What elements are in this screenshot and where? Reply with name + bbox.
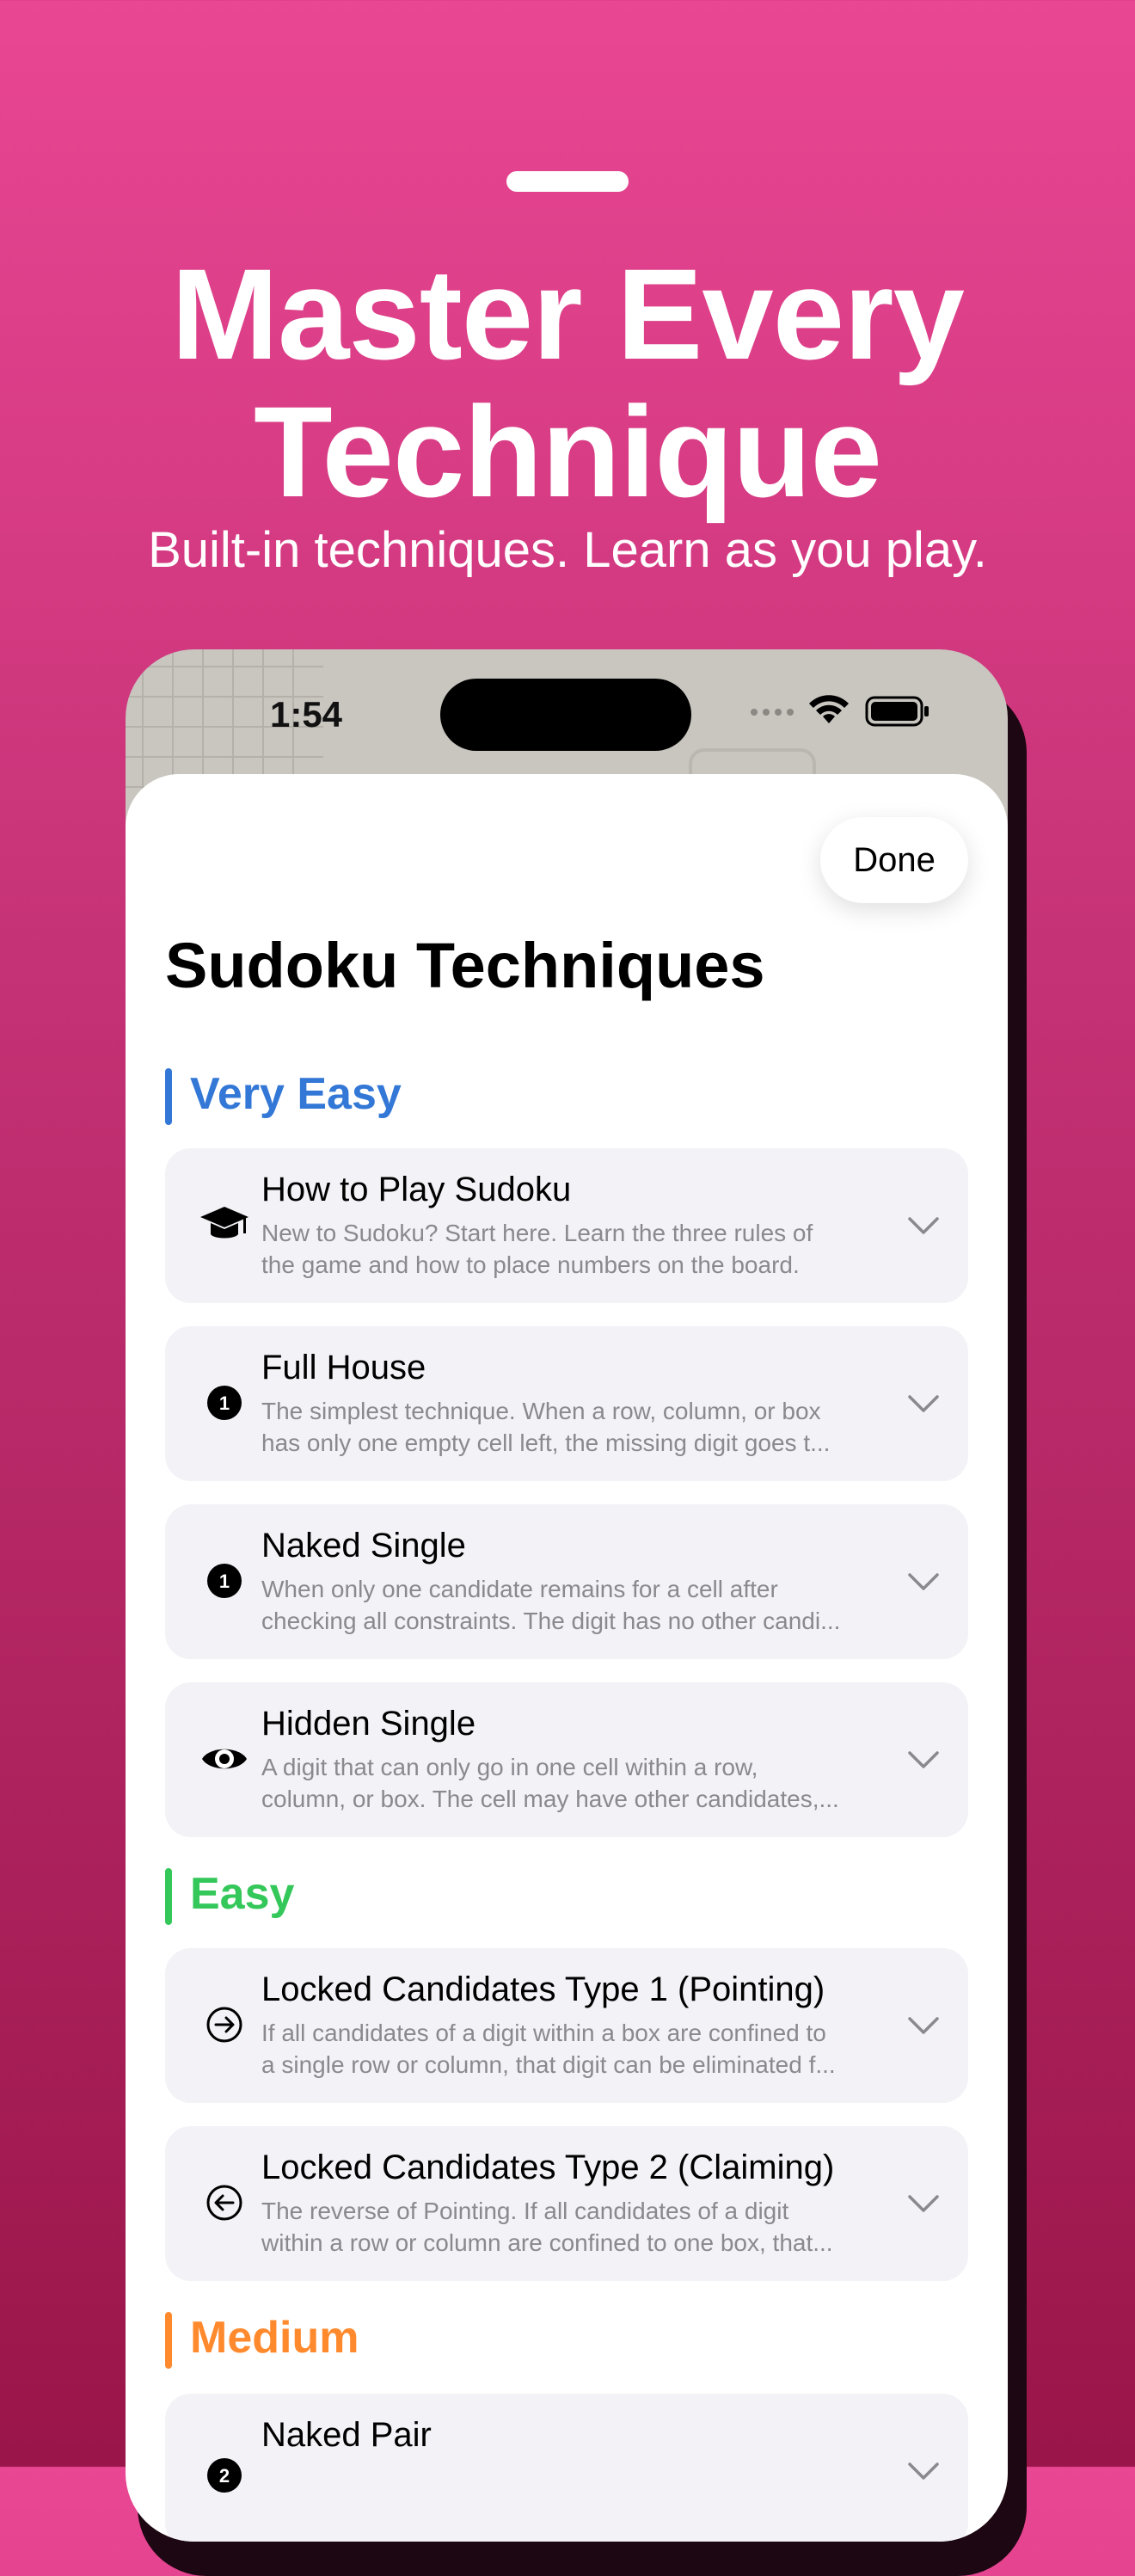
technique-card-hidden-single[interactable]: Hidden Single A digit that can only go i… — [165, 1682, 968, 1837]
phone-frame: 1:54 Done Sudoku Techniques Very Easy Ho… — [126, 649, 1008, 2542]
card-description-line-2: has only one empty cell left, the missin… — [261, 1429, 831, 1456]
card-title: Naked Pair — [261, 2416, 432, 2454]
section-bar-easy — [165, 1868, 172, 1925]
card-description: The reverse of Pointing. If all candidat… — [261, 2195, 872, 2259]
section-bar-very-easy — [165, 1068, 172, 1125]
svg-text:1: 1 — [219, 1393, 230, 1414]
card-description: New to Sudoku? Start here. Learn the thr… — [261, 1217, 872, 1281]
arrow-right-circle-icon — [196, 1996, 253, 2053]
card-title: Locked Candidates Type 2 (Claiming) — [261, 2149, 835, 2186]
chevron-down-icon — [908, 2017, 939, 2034]
cellular-dots-icon — [751, 709, 794, 716]
graduation-cap-icon — [196, 1196, 253, 1253]
section-label-easy: Easy — [190, 1869, 295, 1919]
technique-card-naked-pair[interactable]: 2 Naked Pair — [165, 2394, 968, 2542]
number-two-circle-icon: 2 — [196, 2447, 253, 2504]
technique-card-locked-candidates-pointing[interactable]: Locked Candidates Type 1 (Pointing) If a… — [165, 1948, 968, 2103]
card-description-line-1: When only one candidate remains for a ce… — [261, 1576, 778, 1602]
card-description: If all candidates of a digit within a bo… — [261, 2017, 872, 2081]
number-one-circle-icon: 1 — [196, 1552, 253, 1609]
card-description-line-1: The reverse of Pointing. If all candidat… — [261, 2198, 789, 2224]
card-description-line-1: If all candidates of a digit within a bo… — [261, 2020, 826, 2046]
card-description-line-1: New to Sudoku? Start here. Learn the thr… — [261, 1220, 813, 1246]
svg-text:2: 2 — [219, 2465, 230, 2487]
svg-text:1: 1 — [219, 1571, 230, 1592]
card-description-line-1: The simplest technique. When a row, colu… — [261, 1398, 821, 1424]
chevron-down-icon — [908, 1751, 939, 1768]
section-label-very-easy: Very Easy — [190, 1069, 402, 1119]
card-title: Naked Single — [261, 1527, 466, 1565]
card-description-line-2: the game and how to place numbers on the… — [261, 1251, 800, 1278]
card-title: Full House — [261, 1349, 426, 1386]
chevron-down-icon — [908, 2195, 939, 2212]
card-description-line-2: a single row or column, that digit can b… — [261, 2051, 836, 2078]
subtitle: Built-in techniques. Learn as you play. — [148, 522, 987, 578]
dynamic-island — [440, 679, 691, 751]
card-description: A digit that can only go in one cell wit… — [261, 1751, 872, 1815]
card-description-line-2: column, or box. The cell may have other … — [261, 1786, 839, 1812]
technique-card-locked-candidates-claiming[interactable]: Locked Candidates Type 2 (Claiming) The … — [165, 2126, 968, 2281]
card-description: The simplest technique. When a row, colu… — [261, 1395, 872, 1459]
card-description-line-1: A digit that can only go in one cell wit… — [261, 1754, 758, 1780]
technique-card-naked-single[interactable]: 1 Naked Single When only one candidate r… — [165, 1504, 968, 1659]
chevron-down-icon — [908, 2462, 939, 2480]
status-time: 1:54 — [269, 694, 343, 735]
section-label-medium: Medium — [190, 2313, 359, 2363]
battery-icon — [865, 696, 929, 727]
done-button[interactable]: Done — [820, 817, 968, 903]
status-icons — [750, 692, 948, 730]
arrow-left-circle-icon — [196, 2174, 253, 2231]
card-description: When only one candidate remains for a ce… — [261, 1573, 872, 1637]
section-bar-medium — [165, 2312, 172, 2369]
chevron-down-icon — [908, 1217, 939, 1234]
card-title: How to Play Sudoku — [261, 1171, 572, 1208]
wifi-icon — [809, 695, 849, 723]
eye-icon — [196, 1731, 253, 1787]
card-description-line-2: within a row or column are confined to o… — [261, 2229, 833, 2256]
card-title: Hidden Single — [261, 1705, 476, 1743]
card-title: Locked Candidates Type 1 (Pointing) — [261, 1970, 825, 2008]
techniques-sheet: Done Sudoku Techniques Very Easy How to … — [126, 774, 1008, 2542]
card-description-line-2: checking all constraints. The digit has … — [261, 1608, 841, 1634]
headline: Master Every Technique — [0, 245, 1135, 520]
chevron-down-icon — [908, 1395, 939, 1412]
sheet-title: Sudoku Techniques — [165, 930, 765, 1001]
grabber-bar — [506, 171, 629, 192]
technique-card-full-house[interactable]: 1 Full House The simplest technique. Whe… — [165, 1326, 968, 1481]
headline-line-2: Technique — [254, 379, 882, 524]
chevron-down-icon — [908, 1573, 939, 1590]
technique-card-how-to-play[interactable]: How to Play Sudoku New to Sudoku? Start … — [165, 1148, 968, 1303]
number-one-circle-icon: 1 — [196, 1374, 253, 1431]
headline-line-1: Master Every — [171, 242, 965, 386]
